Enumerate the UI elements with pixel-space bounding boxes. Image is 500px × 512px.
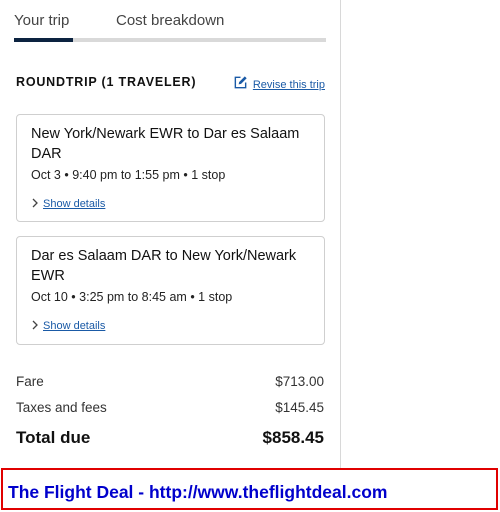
- total-row: Total due $858.45: [16, 428, 324, 448]
- tab-bar: Your trip Cost breakdown: [14, 0, 326, 44]
- taxes-row: Taxes and fees $145.45: [16, 400, 324, 415]
- flight-route: New York/Newark EWR to Dar es Salaam DAR: [31, 126, 300, 162]
- chevron-right-icon: [31, 195, 39, 213]
- flight-times: Oct 3 • 9:40 pm to 1:55 pm • 1 stop: [31, 168, 226, 182]
- show-details-label[interactable]: Show details: [43, 320, 105, 332]
- edit-icon: [233, 75, 248, 95]
- watermark-banner: The Flight Deal - http://www.theflightde…: [1, 468, 498, 510]
- flight-card-outbound: New York/Newark EWR to Dar es Salaam DAR…: [16, 114, 325, 222]
- total-value: $858.45: [262, 428, 324, 447]
- flight-times: Oct 10 • 3:25 pm to 8:45 am • 1 stop: [31, 290, 233, 304]
- show-details-link[interactable]: Show details: [31, 195, 105, 213]
- fare-label: Fare: [16, 374, 44, 389]
- revise-trip-label[interactable]: Revise this trip: [253, 79, 325, 91]
- taxes-value: $145.45: [275, 400, 324, 415]
- fare-value: $713.00: [275, 374, 324, 389]
- flight-card-return: Dar es Salaam DAR to New York/Newark EWR…: [16, 236, 325, 345]
- total-label: Total due: [16, 428, 91, 447]
- fare-row: Fare $713.00: [16, 374, 324, 389]
- show-details-link[interactable]: Show details: [31, 317, 105, 335]
- revise-trip-link[interactable]: Revise this trip: [233, 75, 325, 95]
- chevron-right-icon: [31, 317, 39, 335]
- trip-type-heading: ROUNDTRIP (1 TRAVELER): [16, 75, 197, 89]
- trip-summary-panel: Your trip Cost breakdown ROUNDTRIP (1 TR…: [0, 0, 341, 468]
- tab-active-indicator: [14, 38, 73, 42]
- tab-your-trip[interactable]: Your trip: [14, 12, 69, 29]
- tab-cost-breakdown[interactable]: Cost breakdown: [116, 12, 224, 29]
- taxes-label: Taxes and fees: [16, 400, 107, 415]
- show-details-label[interactable]: Show details: [43, 198, 105, 210]
- banner-text: The Flight Deal - http://www.theflightde…: [8, 482, 388, 502]
- flight-route: Dar es Salaam DAR to New York/Newark EWR: [31, 248, 297, 284]
